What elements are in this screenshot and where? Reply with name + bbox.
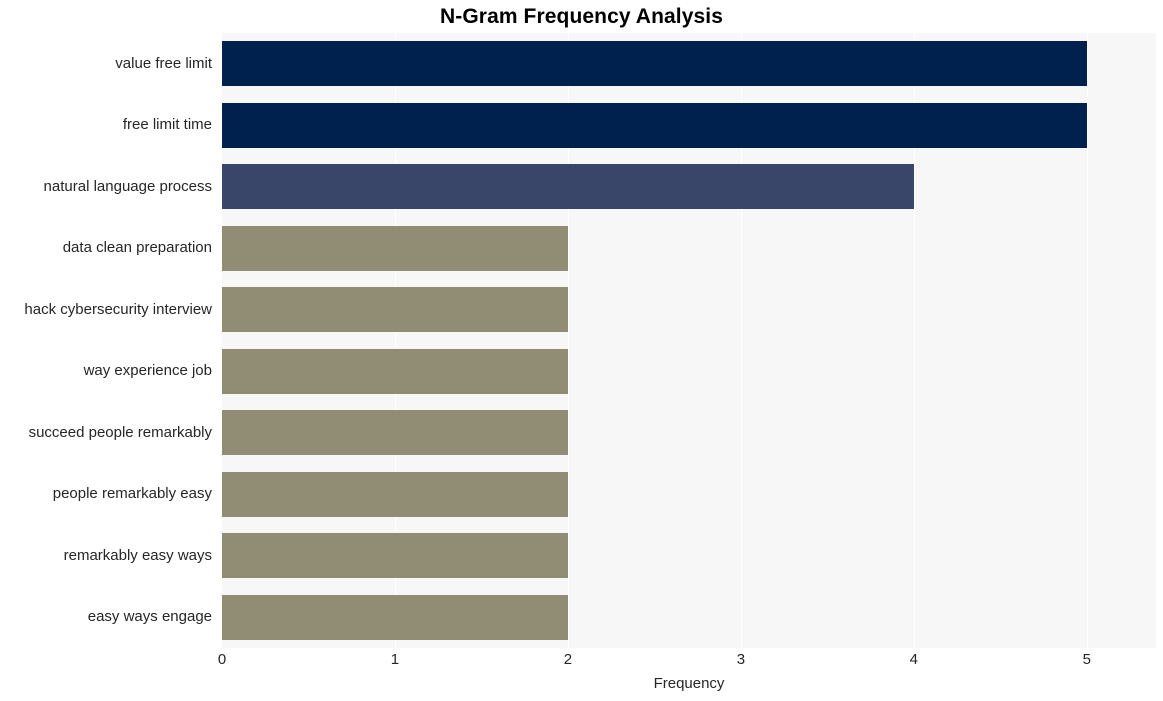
y-tick-label: succeed people remarkably [28, 423, 212, 441]
chart-figure: N-Gram Frequency Analysis value free lim… [0, 0, 1163, 701]
x-tick-label: 3 [736, 651, 746, 668]
y-tick-label: easy ways engage [87, 608, 212, 626]
bar [222, 164, 914, 210]
y-tick-label: data clean preparation [62, 239, 212, 257]
x-tick-label: 2 [563, 651, 573, 668]
bar [222, 225, 568, 271]
bar [222, 348, 568, 394]
x-tick-label: 0 [217, 651, 227, 668]
y-tick-label: people remarkably easy [52, 485, 212, 503]
bar [222, 471, 568, 517]
bar [222, 41, 1087, 87]
y-tick-label: value free limit [115, 54, 212, 72]
x-tick-label: 4 [909, 651, 919, 668]
y-axis-tick-labels: value free limit free limit time natural l… [0, 33, 212, 648]
bar [222, 102, 1087, 148]
gridline-x-5 [1086, 33, 1089, 648]
x-axis-tick-labels: 0 1 2 3 4 5 [0, 651, 1163, 675]
y-tick-label: hack cybersecurity interview [24, 300, 212, 318]
x-tick-label: 1 [390, 651, 400, 668]
bar [222, 533, 568, 579]
bar [222, 410, 568, 456]
plot-area [222, 33, 1156, 648]
x-axis-title: Frequency [653, 675, 725, 692]
y-tick-label: natural language process [43, 177, 212, 195]
bar [222, 287, 568, 333]
y-tick-label: way experience job [83, 362, 212, 380]
chart-title: N-Gram Frequency Analysis [440, 5, 723, 28]
x-tick-label: 5 [1082, 651, 1091, 668]
y-tick-label: remarkably easy ways [63, 546, 212, 564]
y-tick-label: free limit time [122, 116, 212, 134]
bar [222, 594, 568, 640]
